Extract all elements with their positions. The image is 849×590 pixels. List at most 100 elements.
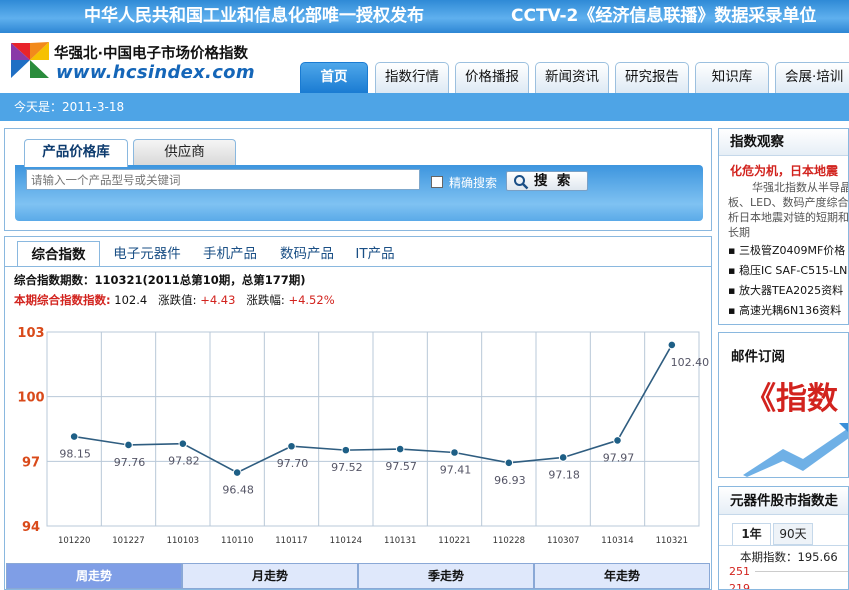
tab-mobile-products[interactable]: 手机产品 (193, 241, 267, 267)
data-point (667, 340, 677, 350)
y-tick-label: 97 (22, 455, 40, 470)
x-tick-label: 110221 (438, 536, 470, 546)
stock-tab-divider (719, 545, 848, 546)
date-bar: 今天是：2011-3-18 (0, 93, 849, 121)
index-watch-panel: 指数观察 化危为机，日本地震 华强北指数从半导晶面板、LED、数码产度综合分析日… (718, 128, 849, 325)
watch-summary: 华强北指数从半导晶面板、LED、数码产度综合分析日本地震对链的短期和中长期 (728, 181, 849, 239)
exact-search-label: 精确搜索 (449, 176, 498, 190)
current-index-value: 102.4 (114, 293, 148, 307)
chart-tab-divider (5, 266, 711, 267)
data-label: 96.48 (222, 484, 254, 497)
data-label: 97.70 (277, 457, 309, 470)
data-point (69, 432, 79, 441)
nav-tab-home[interactable]: 首页 (300, 62, 368, 93)
stock-axis-second: 219 (729, 582, 750, 590)
data-label: 98.15 (59, 448, 91, 461)
nav-tab-exhibition[interactable]: 会展·培训 (775, 62, 849, 93)
tab-electronic-components[interactable]: 电子元器件 (104, 241, 190, 267)
tab-product-price[interactable]: 产品价格库 (24, 139, 128, 167)
x-tick-label: 110103 (167, 536, 199, 546)
period-value: 110321(2011总第10期，总第177期) (94, 273, 306, 287)
data-point (504, 458, 514, 468)
data-label: 97.57 (385, 460, 417, 473)
nav-tab-news[interactable]: 新闻资讯 (535, 62, 609, 93)
data-point (178, 439, 188, 448)
x-tick-label: 110228 (493, 536, 525, 546)
change-value: +4.43 (200, 293, 236, 307)
x-tick-label: 110117 (275, 536, 307, 546)
mail-promo[interactable]: 《指数 (745, 373, 838, 418)
y-tick-label: 100 (17, 391, 44, 406)
data-point (613, 436, 622, 445)
nav-tab-research[interactable]: 研究报告 (615, 62, 689, 93)
watch-list: ▪ 三极管Z0409MF价格 ▪ 稳压IC SAF-C515-LN ▪ 放大器T… (728, 241, 847, 321)
magnifier-icon (514, 175, 529, 190)
stock-index-title: 元器件股市指数走 (719, 487, 848, 515)
data-point (450, 448, 459, 457)
banner-left-text: 中华人民共和国工业和信息化部唯一授权发布 (84, 6, 424, 26)
x-tick-label: 110321 (656, 536, 688, 546)
stock-axis-top: 251 (729, 565, 750, 578)
y-tick-label: 94 (22, 520, 40, 535)
tab-digital-products[interactable]: 数码产品 (270, 241, 344, 267)
stock-current-label: 本期指数： (740, 550, 798, 564)
tab-it-products[interactable]: IT产品 (345, 241, 405, 267)
rising-arrow-icon (743, 423, 848, 477)
tab-composite-index[interactable]: 综合指数 (17, 241, 100, 267)
change-pct-label: 涨跌幅: (246, 293, 285, 307)
data-label: 97.18 (548, 468, 580, 481)
search-button-label: 搜 索 (534, 173, 571, 189)
current-index-line: 本期综合指数指数: 102.4 涨跌值: +4.43 涨跌幅: +4.52% (14, 292, 335, 308)
x-tick-label: 110131 (384, 536, 416, 546)
change-label: 涨跌值: (158, 293, 197, 307)
change-pct-value: +4.52% (288, 293, 335, 307)
data-label: 97.52 (331, 461, 363, 474)
data-label: 96.93 (494, 474, 526, 487)
data-point (124, 440, 133, 450)
list-item[interactable]: ▪ 三极管Z0409MF价格 (728, 241, 847, 261)
mail-subscription-panel: 邮件订阅 《指数 (718, 332, 849, 478)
nav-tab-price-broadcast[interactable]: 价格播报 (455, 62, 529, 93)
stock-tab-90d[interactable]: 90天 (773, 523, 813, 545)
tab-yearly-trend[interactable]: 年走势 (534, 563, 710, 589)
tab-supplier[interactable]: 供应商 (133, 139, 236, 166)
stock-current-value: 195.66 (797, 550, 838, 564)
top-banner: 中华人民共和国工业和信息化部唯一授权发布 CCTV-2《经济信息联播》数据采录单… (0, 0, 849, 33)
watch-headline[interactable]: 化危为机，日本地震 (730, 162, 838, 179)
period-label: 综合指数期数： (14, 273, 95, 287)
stock-gridline (755, 571, 848, 572)
list-item[interactable]: ▪ 放大器TEA2025资料 (728, 281, 847, 301)
nav-tab-index-market[interactable]: 指数行情 (375, 62, 449, 93)
stock-current: 本期指数：195.66 (740, 549, 838, 565)
index-watch-title: 指数观察 (719, 129, 848, 156)
tab-weekly-trend[interactable]: 周走势 (6, 563, 182, 589)
data-point (232, 468, 242, 477)
pinwheel-logo-icon[interactable] (9, 40, 51, 80)
mail-title: 邮件订阅 (731, 349, 785, 365)
data-label: 97.41 (440, 463, 472, 476)
nav-tab-knowledge[interactable]: 知识库 (695, 62, 769, 93)
index-period: 综合指数期数：110321(2011总第10期，总第177期) (14, 272, 306, 288)
tab-monthly-trend[interactable]: 月走势 (182, 563, 358, 589)
data-point (341, 445, 351, 455)
list-item[interactable]: ▪ 高速光耦6N136资料 (728, 301, 847, 321)
exact-search-checkbox[interactable] (431, 176, 443, 188)
x-tick-label: 101227 (112, 536, 144, 546)
brand-url[interactable]: www.hcsindex.com (56, 62, 255, 83)
x-tick-label: 110307 (547, 536, 579, 546)
search-button[interactable]: 搜 索 (506, 171, 588, 191)
y-tick-label: 103 (17, 326, 44, 341)
component-stock-index-panel: 元器件股市指数走 1年 90天 本期指数：195.66 251 219 (718, 486, 849, 590)
x-tick-label: 110124 (330, 536, 362, 546)
data-label: 97.82 (168, 455, 200, 468)
tab-quarterly-trend[interactable]: 季走势 (358, 563, 534, 589)
search-input[interactable] (26, 169, 420, 190)
x-tick-label: 101220 (58, 536, 90, 546)
stock-tab-1y[interactable]: 1年 (732, 523, 771, 545)
data-point (558, 453, 568, 462)
data-label: 97.76 (114, 456, 146, 469)
banner-right-text: CCTV-2《经济信息联播》数据采录单位 (511, 6, 817, 26)
x-tick-label: 110110 (221, 536, 253, 546)
x-tick-label: 110314 (601, 536, 633, 546)
list-item[interactable]: ▪ 稳压IC SAF-C515-LN (728, 261, 847, 281)
